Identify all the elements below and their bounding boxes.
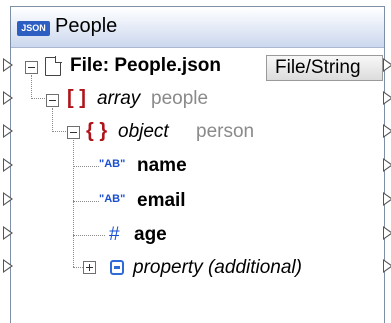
- component-title: People: [55, 15, 118, 37]
- array-name: people: [151, 88, 209, 109]
- output-port-object[interactable]: [383, 124, 391, 138]
- file-label: File: People.json: [70, 55, 221, 76]
- expand-property-toggle[interactable]: [83, 261, 96, 274]
- collapse-object-toggle[interactable]: [67, 126, 80, 139]
- tree-line: [73, 166, 99, 167]
- output-port-name[interactable]: [383, 158, 391, 172]
- tree-line: [31, 75, 32, 97]
- output-port-file[interactable]: [383, 58, 391, 72]
- field-name[interactable]: name: [137, 155, 187, 177]
- file-icon: [45, 56, 62, 76]
- input-port-property[interactable]: [3, 259, 13, 273]
- output-port-age[interactable]: [383, 226, 391, 240]
- number-type-icon: #: [109, 224, 120, 245]
- input-port-age[interactable]: [3, 226, 13, 240]
- output-port-property[interactable]: [383, 259, 391, 273]
- input-port-object[interactable]: [3, 124, 13, 138]
- input-port-file[interactable]: [3, 58, 13, 72]
- output-port-array[interactable]: [383, 91, 391, 105]
- file-string-button[interactable]: File/String: [266, 55, 383, 81]
- json-component[interactable]: JSON People File: People.json File/Strin…: [10, 6, 385, 323]
- component-titlebar[interactable]: JSON People: [11, 7, 384, 48]
- json-icon: JSON: [17, 21, 50, 36]
- tree-line: [73, 235, 105, 236]
- array-keyword: array: [97, 88, 141, 109]
- tree-line: [73, 201, 99, 202]
- output-port-email[interactable]: [383, 192, 391, 206]
- input-port-email[interactable]: [3, 192, 13, 206]
- input-port-name[interactable]: [3, 158, 13, 172]
- field-email[interactable]: email: [137, 190, 186, 212]
- property-label[interactable]: property (additional): [133, 257, 302, 279]
- tree-line: [52, 108, 53, 130]
- collapse-file-toggle[interactable]: [25, 61, 38, 74]
- input-port-array[interactable]: [3, 91, 13, 105]
- object-keyword: object: [118, 121, 169, 142]
- field-age[interactable]: age: [134, 224, 167, 246]
- object-name: person: [196, 121, 255, 142]
- property-icon: [110, 260, 124, 275]
- object-brace-icon: { }: [86, 120, 108, 142]
- string-type-icon: "AB": [99, 193, 126, 205]
- string-type-icon: "AB": [99, 158, 126, 170]
- tree-line: [52, 131, 68, 132]
- collapse-array-toggle[interactable]: [46, 94, 59, 107]
- array-bracket-icon: [ ]: [67, 87, 86, 109]
- tree-line: [31, 98, 47, 99]
- tree-line: [73, 140, 74, 267]
